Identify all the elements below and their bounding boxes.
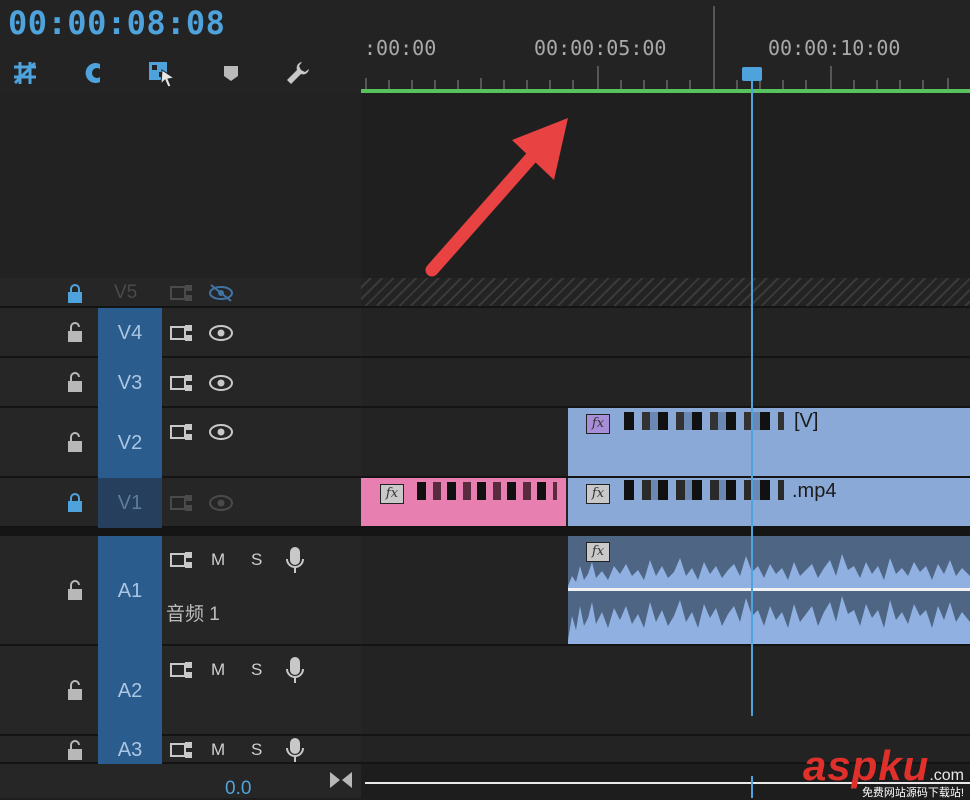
mute-button[interactable]: M xyxy=(211,550,225,570)
track-label-a2[interactable]: A2 xyxy=(98,646,162,736)
ruler-label-5s: 00:00:05:00 xyxy=(534,36,667,60)
unlock-icon[interactable] xyxy=(64,739,86,761)
audio-waveform xyxy=(568,554,970,644)
video-audio-divider[interactable] xyxy=(0,528,970,536)
microphone-icon[interactable] xyxy=(285,655,305,690)
sync-lock-icon[interactable] xyxy=(170,493,194,518)
unlock-icon[interactable] xyxy=(64,431,86,453)
watermark: aspku.com 免费网站源码下载站! xyxy=(803,742,964,800)
track-lane-v5[interactable] xyxy=(361,278,970,308)
lock-icon[interactable] xyxy=(64,282,86,304)
track-lane-a2[interactable] xyxy=(361,646,970,736)
mute-button[interactable]: M xyxy=(211,660,225,680)
playhead-handle[interactable] xyxy=(742,67,762,81)
unlock-icon[interactable] xyxy=(64,321,86,343)
watermark-tld: .com xyxy=(929,767,964,784)
unlock-icon[interactable] xyxy=(64,579,86,601)
sync-lock-icon[interactable] xyxy=(170,740,194,765)
track-label-v2[interactable]: V2 xyxy=(98,408,162,478)
eye-hidden-icon[interactable] xyxy=(208,283,234,308)
video-clip-v2[interactable]: fx [V] xyxy=(568,408,970,476)
fx-badge: fx xyxy=(586,484,610,504)
redacted-clip-name xyxy=(417,482,557,500)
solo-button[interactable]: S xyxy=(251,550,262,570)
track-label-v4[interactable]: V4 xyxy=(98,308,162,358)
sync-lock-icon[interactable] xyxy=(170,283,194,308)
unlock-icon[interactable] xyxy=(64,679,86,701)
microphone-icon[interactable] xyxy=(285,545,305,580)
track-header-empty-area xyxy=(0,93,361,278)
sync-lock-icon[interactable] xyxy=(170,373,194,398)
eye-icon[interactable] xyxy=(208,422,234,447)
track-label-a1[interactable]: A1 xyxy=(98,536,162,646)
playhead-timecode[interactable]: 00:00:08:08 xyxy=(8,4,225,42)
sync-lock-icon[interactable] xyxy=(170,323,194,348)
audio-clip-a1[interactable]: fx xyxy=(568,536,970,644)
lock-icon[interactable] xyxy=(64,491,86,513)
track-label-v1[interactable]: V1 xyxy=(98,478,162,528)
fx-badge: fx xyxy=(380,484,404,504)
magnet-icon[interactable] xyxy=(77,58,107,88)
clip-name-suffix: [V] xyxy=(794,410,819,432)
ruler-label-0: :00:00 xyxy=(364,36,437,60)
fx-badge: fx xyxy=(586,414,610,434)
audio-track-name[interactable]: 音频 1 xyxy=(166,599,220,626)
solo-button[interactable]: S xyxy=(251,660,262,680)
fx-badge: fx xyxy=(586,542,610,562)
playhead-line[interactable] xyxy=(751,80,753,716)
unlock-icon[interactable] xyxy=(64,371,86,393)
playhead-line-bottom xyxy=(751,776,753,798)
sync-lock-icon[interactable] xyxy=(170,550,194,575)
snap-sequence-icon[interactable] xyxy=(10,58,40,88)
sync-lock-icon[interactable] xyxy=(170,422,194,447)
mute-button[interactable]: M xyxy=(211,740,225,760)
fit-to-view-icon[interactable] xyxy=(328,770,354,795)
annotation-arrow-icon xyxy=(425,118,568,277)
redacted-clip-name xyxy=(624,480,784,500)
wrench-icon[interactable] xyxy=(283,58,313,88)
redacted-clip-name xyxy=(624,412,784,430)
track-label-v3[interactable]: V3 xyxy=(98,358,162,408)
watermark-brand: aspku xyxy=(802,742,930,789)
marker-icon[interactable] xyxy=(216,58,246,88)
sync-lock-icon[interactable] xyxy=(170,660,194,685)
track-lane-v3[interactable] xyxy=(361,358,970,408)
solo-button[interactable]: S xyxy=(251,740,262,760)
eye-icon[interactable] xyxy=(208,373,234,398)
track-label-v5: V5 xyxy=(114,282,138,303)
track-lane-v4[interactable] xyxy=(361,308,970,358)
clip-name-suffix: .mp4 xyxy=(792,480,837,502)
pink-clip-v1[interactable]: fx xyxy=(361,478,566,526)
linked-selection-icon[interactable] xyxy=(147,58,177,88)
eye-icon[interactable] xyxy=(208,323,234,348)
video-clip-v1[interactable]: fx .mp4 xyxy=(568,478,970,526)
eye-icon[interactable] xyxy=(208,493,234,518)
master-track-header xyxy=(0,764,361,798)
master-volume-value[interactable]: 0.0 xyxy=(225,778,251,800)
ruler-label-10s: 00:00:10:00 xyxy=(768,36,901,60)
track-label-a3[interactable]: A3 xyxy=(98,736,162,764)
